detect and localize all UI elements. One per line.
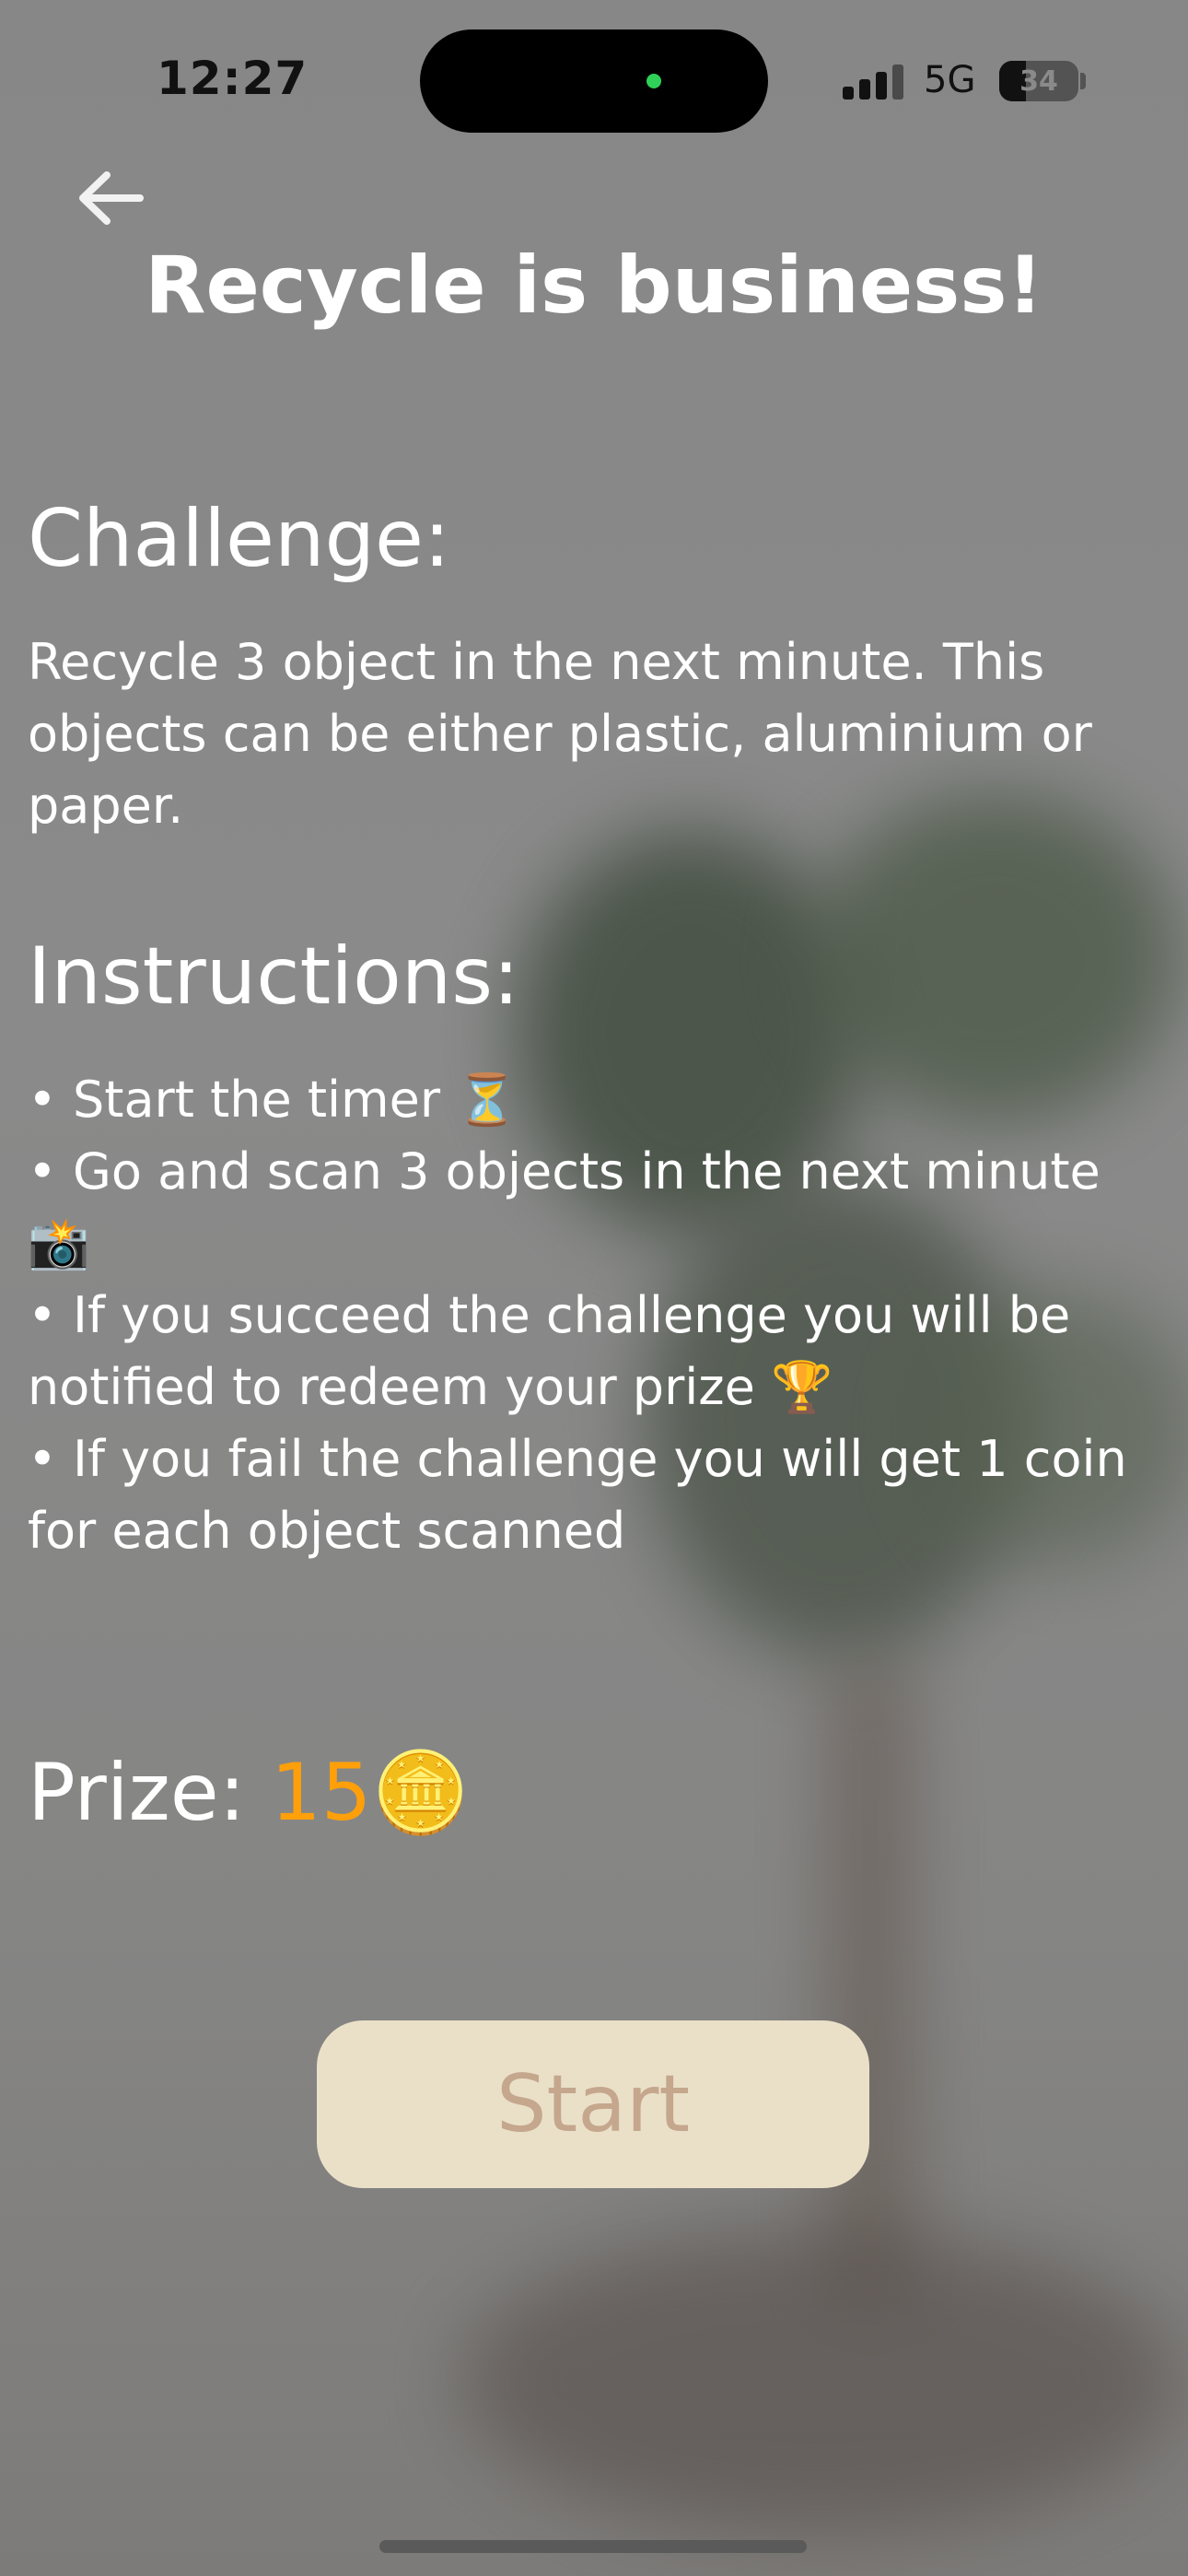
- battery-percent: 34: [1019, 65, 1058, 98]
- home-indicator: [379, 2540, 807, 2553]
- prize-label: Prize:: [28, 1747, 246, 1839]
- signal-icon: [843, 64, 907, 100]
- instruction-item: • If you succeed the challenge you will …: [28, 1286, 1071, 1416]
- instruction-item: • Go and scan 3 objects in the next minu…: [28, 1142, 1101, 1272]
- prize-row: Prize: 15🪙: [28, 1746, 471, 1839]
- battery-cap: [1080, 73, 1086, 89]
- instructions-heading: Instructions:: [28, 931, 520, 1023]
- challenge-heading: Challenge:: [28, 493, 450, 585]
- network-type: 5G: [924, 59, 976, 101]
- arrow-left-icon: [79, 171, 144, 225]
- page-title: Recycle is business!: [145, 240, 1043, 332]
- camera-indicator-dot: [646, 74, 661, 88]
- start-button[interactable]: Start: [317, 2020, 869, 2188]
- prize-amount: 15: [270, 1747, 372, 1839]
- instruction-item: • If you fail the challenge you will get…: [28, 1430, 1127, 1560]
- back-button[interactable]: [74, 166, 147, 230]
- instruction-item: • Start the timer ⏳: [28, 1071, 518, 1129]
- status-time: 12:27: [157, 52, 309, 105]
- status-bar: 12:27 5G 34: [0, 0, 1188, 138]
- coins-icon: 🪙: [371, 1747, 471, 1839]
- challenge-text: Recycle 3 object in the next minute. Thi…: [28, 633, 1092, 835]
- instructions-list: • Start the timer ⏳ • Go and scan 3 obje…: [28, 1064, 1160, 1567]
- battery-icon: 34: [999, 61, 1078, 101]
- dynamic-island: [420, 29, 768, 133]
